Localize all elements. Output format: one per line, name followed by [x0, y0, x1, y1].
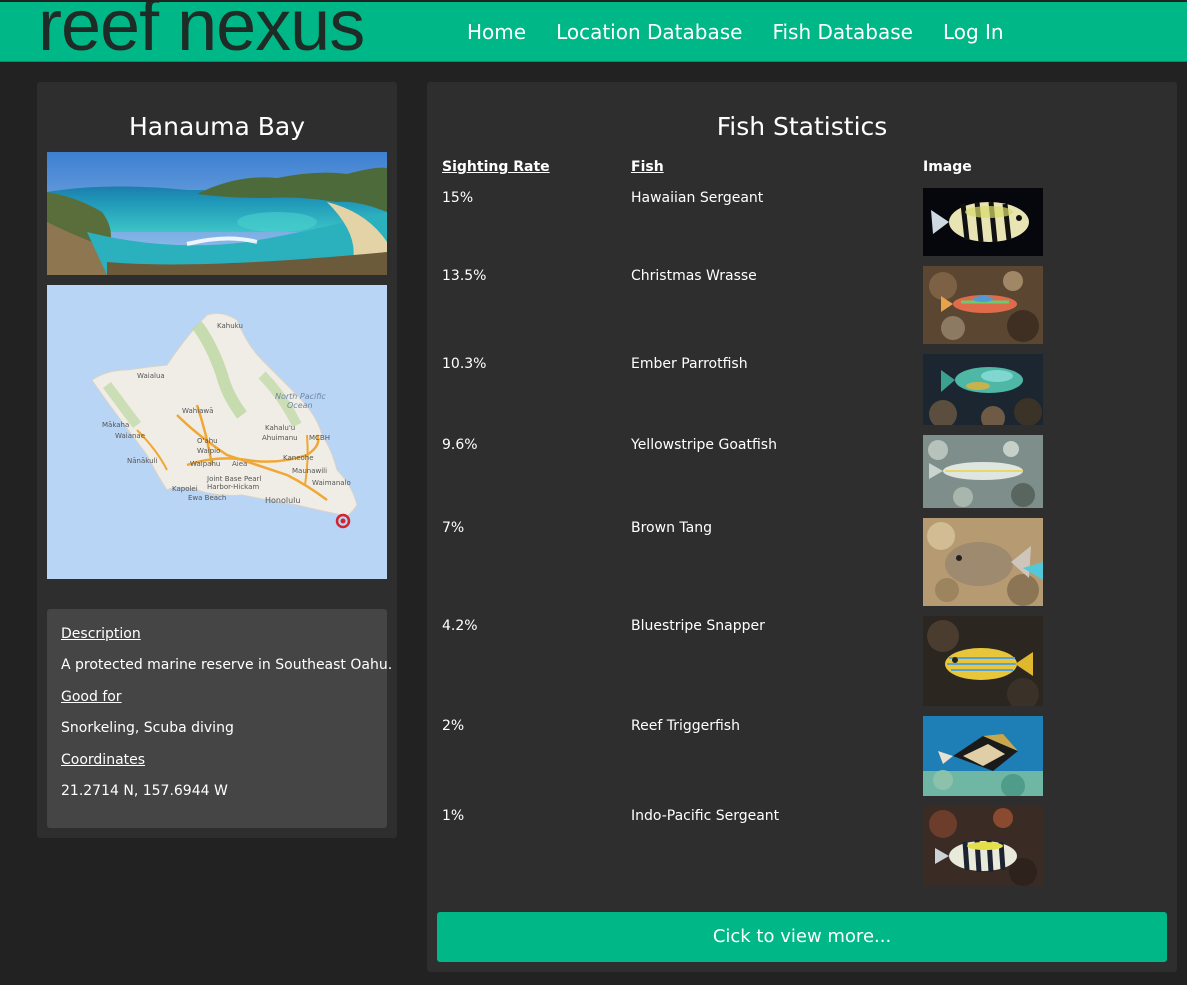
- map-label: Kaneohe: [283, 454, 314, 462]
- map-label: Mākaha: [102, 421, 129, 429]
- map-label: Honolulu: [265, 496, 300, 505]
- sighting-rate-cell: 9.6%: [442, 437, 478, 453]
- header-sighting-rate[interactable]: Sighting Rate: [442, 159, 550, 175]
- map-label: MCBH: [309, 434, 330, 442]
- nav-link-fish-database[interactable]: Fish Database: [772, 20, 913, 44]
- fish-thumbnail[interactable]: [923, 188, 1043, 256]
- map-label: Waianae: [115, 432, 145, 440]
- fish-name-cell[interactable]: Yellowstripe Goatfish: [631, 437, 777, 453]
- map-ocean-label: Ocean: [287, 401, 313, 410]
- nav-link-log-in[interactable]: Log In: [943, 20, 1004, 44]
- fish-thumbnail[interactable]: [923, 518, 1043, 606]
- good-for-text: Snorkeling, Scuba diving: [61, 720, 234, 736]
- map-label: Kahalu'u: [265, 424, 295, 432]
- map-label: Kahuku: [217, 322, 243, 330]
- sighting-rate-cell: 1%: [442, 808, 465, 824]
- description-heading: Description: [61, 626, 141, 642]
- fish-thumbnail[interactable]: [923, 616, 1043, 706]
- fish-name-cell[interactable]: Brown Tang: [631, 520, 712, 536]
- fish-name-cell[interactable]: Indo-Pacific Sergeant: [631, 808, 779, 824]
- fish-statistics-panel: Fish Statistics Sighting Rate Fish Image…: [427, 82, 1177, 972]
- coordinates-text: 21.2714 N, 157.6944 W: [61, 783, 228, 799]
- fish-thumbnail[interactable]: [923, 435, 1043, 508]
- fish-thumbnail[interactable]: [923, 806, 1043, 886]
- stats-title: Fish Statistics: [716, 112, 888, 141]
- map-label: Waipio: [197, 447, 220, 455]
- map-label: Waimanalo: [312, 479, 351, 487]
- map-label: Waipahu: [190, 460, 220, 468]
- description-text: A protected marine reserve in Southeast …: [61, 657, 393, 673]
- location-map[interactable]: Kahuku Waialua Wahiawā Mākaha Waianae Nā…: [47, 285, 387, 579]
- map-label: Maunawili: [292, 467, 327, 475]
- fish-thumbnail[interactable]: [923, 716, 1043, 796]
- map-ocean-label: North Pacific: [275, 392, 326, 401]
- fish-name-cell[interactable]: Christmas Wrasse: [631, 268, 757, 284]
- view-more-button[interactable]: Cick to view more...: [437, 912, 1167, 962]
- sighting-rate-cell: 4.2%: [442, 618, 478, 634]
- coordinates-heading: Coordinates: [61, 752, 146, 768]
- nav-link-location-database[interactable]: Location Database: [556, 20, 742, 44]
- header-fish[interactable]: Fish: [631, 159, 664, 175]
- nav-link-home[interactable]: Home: [467, 20, 526, 44]
- sighting-rate-cell: 2%: [442, 718, 465, 734]
- map-label: O'ahu: [197, 437, 218, 445]
- fish-name-cell[interactable]: Bluestripe Snapper: [631, 618, 765, 634]
- top-navbar: reef nexus Home Location Database Fish D…: [0, 0, 1187, 62]
- map-label: Nānākuli: [127, 457, 157, 465]
- map-label: Harbor-Hickam: [207, 483, 259, 491]
- fish-thumbnail[interactable]: [923, 354, 1043, 425]
- brand-logo[interactable]: reef nexus: [38, 2, 365, 61]
- sighting-rate-cell: 15%: [442, 190, 474, 206]
- map-label: Wahiawā: [182, 407, 213, 415]
- map-label: Waialua: [137, 372, 165, 380]
- fish-thumbnail[interactable]: [923, 266, 1043, 344]
- location-info-box: Description A protected marine reserve i…: [47, 609, 393, 828]
- map-label: Ahuimanu: [262, 434, 298, 442]
- location-panel: Hanauma Bay Kahuku Waialua Wahiawā Mākah…: [37, 82, 397, 838]
- sighting-rate-cell: 10.3%: [442, 356, 487, 372]
- fish-name-cell[interactable]: Hawaiian Sergeant: [631, 190, 763, 206]
- fish-name-cell[interactable]: Ember Parrotfish: [631, 356, 748, 372]
- map-label: Kapolei: [172, 485, 198, 493]
- good-for-heading: Good for: [61, 689, 122, 705]
- map-label: Joint Base Pearl: [206, 475, 261, 483]
- nav-links: Home Location Database Fish Database Log…: [467, 20, 1004, 44]
- location-photo: [47, 152, 387, 275]
- sighting-rate-cell: 13.5%: [442, 268, 487, 284]
- sighting-rate-cell: 7%: [442, 520, 465, 536]
- fish-name-cell[interactable]: Reef Triggerfish: [631, 718, 740, 734]
- map-label: Aiea: [232, 460, 247, 468]
- location-title: Hanauma Bay: [128, 112, 305, 141]
- header-image: Image: [923, 159, 972, 175]
- map-label: Ewa Beach: [188, 494, 226, 502]
